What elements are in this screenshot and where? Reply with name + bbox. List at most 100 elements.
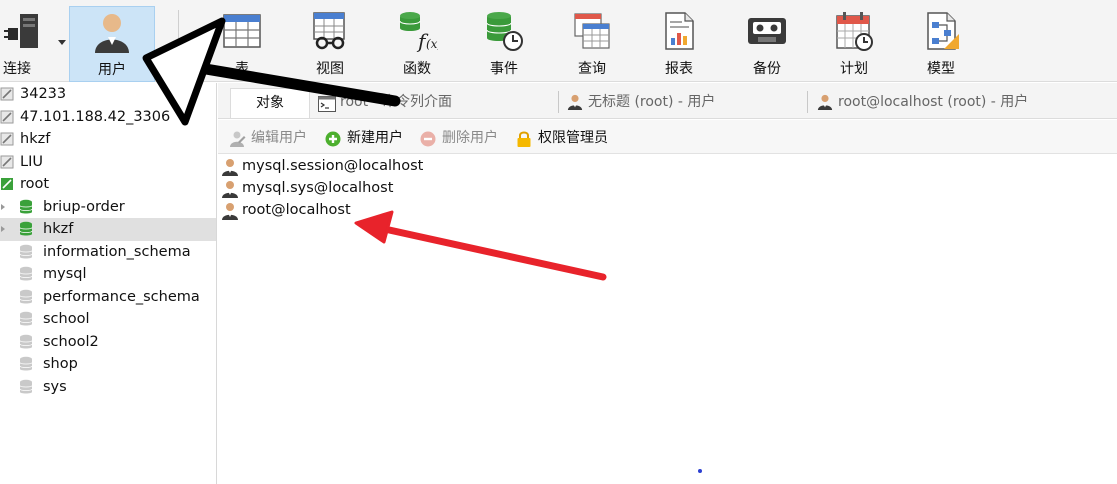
user-icon	[220, 180, 240, 198]
tree-connection-root[interactable]: root	[0, 173, 216, 196]
tab-divider	[558, 91, 559, 113]
active-connection-icon	[0, 176, 16, 192]
connect-dropdown-caret[interactable]	[58, 40, 66, 45]
tab-untitled-user-label: 无标题 (root) - 用户	[588, 94, 716, 110]
user-icon	[816, 94, 834, 110]
console-icon	[318, 94, 336, 112]
tree-db-performance-schema[interactable]: performance_schema	[0, 286, 216, 309]
report-label: 报表	[665, 61, 693, 77]
database-icon	[18, 379, 34, 395]
database-icon	[18, 289, 34, 305]
connection-icon	[0, 131, 16, 147]
query-label: 查询	[578, 61, 606, 77]
connection-icon	[0, 154, 16, 170]
delete-user-label: 删除用户	[442, 130, 498, 146]
user-label: root@localhost	[242, 202, 351, 218]
function-label: 函数	[403, 61, 431, 77]
tree-db-hkzf[interactable]: hkzf	[0, 218, 216, 241]
user-icon	[220, 158, 240, 176]
tree-label: shop	[43, 356, 78, 372]
backup-label: 备份	[753, 61, 781, 77]
tree-connection-liu[interactable]: LIU	[0, 151, 216, 174]
main-toolbar: 连接 用户 表 视图 f (x 函数 事件 查询 报表 备份 计划 模型	[0, 0, 1117, 82]
connection-icon	[0, 109, 16, 125]
database-icon	[18, 334, 34, 350]
tree-connection-47-101-188-42[interactable]: 47.101.188.42_3306	[0, 106, 216, 129]
plug-server-icon	[0, 10, 42, 52]
function-icon: f (x)	[396, 10, 442, 53]
model-button[interactable]: 模型	[898, 6, 984, 82]
user-label: 用户	[98, 62, 126, 78]
tree-db-mysql[interactable]: mysql	[0, 263, 216, 286]
tree-connection-34233[interactable]: 34233	[0, 83, 216, 106]
tree-label: performance_schema	[43, 288, 200, 305]
query-button[interactable]: 查询	[549, 6, 635, 82]
view-icon	[309, 10, 351, 52]
tree-db-shop[interactable]: shop	[0, 353, 216, 376]
report-icon	[658, 10, 700, 52]
connect-button[interactable]: 连接	[0, 6, 64, 82]
model-label: 模型	[927, 61, 955, 77]
tree-db-sys[interactable]: sys	[0, 376, 216, 399]
user-label: mysql.session@localhost	[242, 158, 424, 174]
tab-console[interactable]: root - 命令列介面	[312, 88, 556, 118]
tree-label: school	[43, 311, 90, 327]
tree-label: briup-order	[43, 198, 125, 215]
tree-connection-hkzf[interactable]: hkzf	[0, 128, 216, 151]
tab-divider	[807, 91, 808, 113]
table-icon	[221, 10, 263, 52]
expand-arrow-icon[interactable]	[1, 226, 5, 232]
tab-untitled-user[interactable]: 无标题 (root) - 用户	[560, 88, 806, 118]
edit-user-icon	[228, 130, 246, 148]
database-icon	[18, 244, 34, 260]
tree-label: 34233	[20, 86, 67, 102]
tree-db-briup-order[interactable]: briup-order	[0, 196, 216, 219]
query-icon	[571, 10, 613, 52]
view-button[interactable]: 视图	[287, 6, 373, 82]
delete-icon	[419, 130, 437, 148]
lock-icon	[515, 130, 533, 148]
user-icon	[220, 202, 240, 220]
user-icon	[566, 94, 584, 110]
schedule-label: 计划	[840, 61, 868, 77]
tree-db-school2[interactable]: school2	[0, 331, 216, 354]
tree-db-school[interactable]: school	[0, 308, 216, 331]
connection-icon	[0, 86, 16, 102]
tree-label: mysql	[43, 266, 87, 282]
table-label: 表	[235, 61, 249, 77]
schedule-button[interactable]: 计划	[811, 6, 897, 82]
calendar-icon	[833, 10, 875, 52]
edit-user-label: 编辑用户	[251, 130, 307, 146]
database-icon	[18, 311, 34, 327]
tree-db-information-schema[interactable]: information_schema	[0, 241, 216, 264]
event-button[interactable]: 事件	[461, 6, 547, 82]
tree-label: root	[20, 176, 50, 192]
object-toolbar: 编辑用户 新建用户 删除用户 权限管理员	[218, 120, 1117, 154]
database-icon	[18, 266, 34, 282]
tree-label: LIU	[20, 153, 43, 170]
add-icon	[324, 130, 342, 148]
connection-tree[interactable]: 34233 47.101.188.42_3306 hkzf LIU root b…	[0, 83, 217, 484]
tab-objects-label: 对象	[256, 95, 284, 111]
model-icon	[920, 10, 962, 52]
tree-label: hkzf	[43, 221, 74, 237]
expand-arrow-icon[interactable]	[1, 203, 5, 210]
user-button[interactable]: 用户	[69, 6, 155, 82]
backup-button[interactable]: 备份	[724, 6, 810, 82]
user-icon	[91, 11, 133, 53]
user-list: mysql.session@localhost mysql.sys@localh…	[218, 155, 1117, 484]
tree-label: sys	[43, 378, 67, 395]
tree-label: hkzf	[20, 131, 51, 147]
table-button[interactable]: 表	[199, 6, 285, 82]
tab-objects[interactable]: 对象	[230, 88, 310, 118]
event-label: 事件	[490, 61, 518, 77]
report-button[interactable]: 报表	[636, 6, 722, 82]
tab-console-label: root - 命令列介面	[340, 94, 453, 110]
tab-root-localhost-user-label: root@localhost (root) - 用户	[838, 94, 1029, 110]
database-icon	[18, 356, 34, 372]
toolbar-separator	[178, 10, 179, 72]
tab-root-localhost-user[interactable]: root@localhost (root) - 用户	[810, 88, 1070, 118]
privilege-manager-label: 权限管理员	[538, 130, 608, 146]
tree-label: 47.101.188.42_3306	[20, 108, 171, 125]
function-button[interactable]: f (x) 函数	[374, 6, 460, 82]
